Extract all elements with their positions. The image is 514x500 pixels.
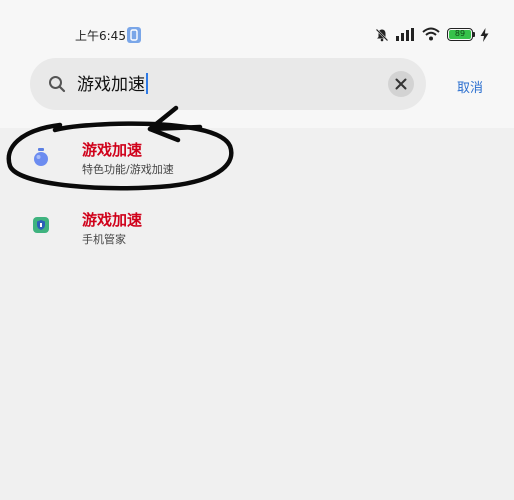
signal-icon [396,28,414,41]
wifi-icon [422,27,440,41]
result-title: 游戏加速 [82,141,143,159]
app-notification-icon [127,27,141,43]
status-time: 上午6:45 [75,29,126,43]
rocket-icon [34,148,48,166]
search-input[interactable]: 游戏加速 [77,73,148,96]
result-item[interactable]: 游戏加速 特色功能/游戏加速 [0,136,514,186]
search-query: 游戏加速 [77,75,145,95]
status-bar: 上午6:45 89 [0,22,514,50]
battery-cap [473,32,475,37]
clear-button[interactable] [388,71,414,97]
search-icon [49,76,66,93]
text-cursor [146,73,148,94]
result-title: 游戏加速 [82,211,143,229]
charging-bolt-icon [480,28,489,42]
result-item[interactable]: 游戏加速 手机管家 [0,206,514,256]
battery-level: 89 [449,30,471,39]
search-box[interactable]: 游戏加速 [30,58,426,110]
result-subtitle: 特色功能/游戏加速 [82,163,174,176]
battery-icon: 89 [447,28,473,41]
cancel-button[interactable]: 取消 [457,77,483,96]
bell-muted-icon [375,28,389,42]
result-subtitle: 手机管家 [82,233,126,246]
phone-manager-icon [33,217,49,233]
clear-icon [395,78,407,90]
